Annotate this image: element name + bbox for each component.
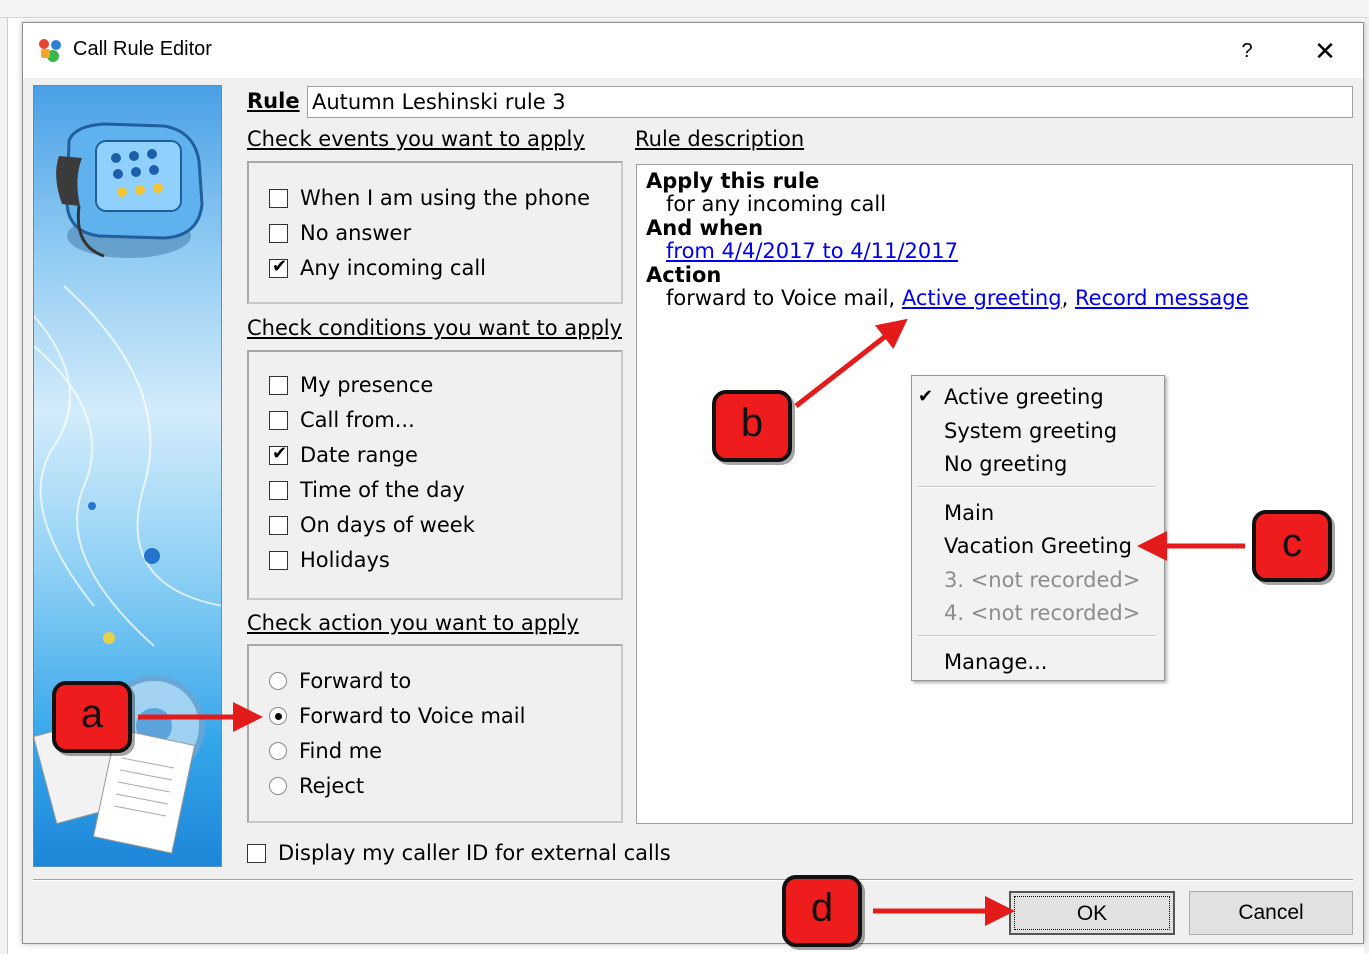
conditions-item-date-range[interactable]: ✔ Date range <box>269 440 418 470</box>
action-line: forward to Voice mail, Active greeting, … <box>666 286 1249 310</box>
menu-item-4-not-recorded: 4. <not recorded> <box>944 601 1141 625</box>
action-comma: , <box>1061 286 1069 310</box>
action-radio[interactable] <box>269 742 287 760</box>
action-radio[interactable] <box>269 707 287 725</box>
events-item-label: When I am using the phone <box>300 186 591 210</box>
conditions-item-label: Time of the day <box>300 478 465 502</box>
menu-separator <box>918 486 1156 488</box>
action-option-label: Find me <box>299 739 383 763</box>
background-window-right-edge <box>1364 18 1369 954</box>
events-checkbox[interactable] <box>269 188 288 208</box>
callout-a: a <box>52 681 132 753</box>
action-option-label: Forward to Voice mail <box>299 704 526 728</box>
conditions-item-label: Holidays <box>300 548 390 572</box>
menu-item-3-not-recorded: 3. <not recorded> <box>944 568 1141 592</box>
greeting-context-menu: Active greeting ✔ System greeting No greeti… <box>911 375 1165 681</box>
radio-selected-dot <box>275 713 282 720</box>
apply-rule-text: for any incoming call <box>666 192 887 216</box>
conditions-item-holidays[interactable]: Holidays <box>269 545 390 575</box>
events-item-when-i-am-using-the-phone[interactable]: When I am using the phone <box>269 183 590 213</box>
menu-item-main[interactable]: Main <box>944 498 994 528</box>
phone-icon <box>56 122 204 258</box>
menu-separator <box>918 635 1156 637</box>
action-text: forward to Voice mail, <box>666 286 896 310</box>
apply-rule-heading: Apply this rule <box>646 169 820 193</box>
background-window-left-edge <box>0 18 8 954</box>
caller-id-label: Display my caller ID for external calls <box>278 841 671 865</box>
app-icon <box>39 39 61 62</box>
action-option-label: Forward to <box>299 669 412 693</box>
menu-item-no-greeting[interactable]: No greeting <box>944 449 1067 479</box>
menu-item-system-greeting[interactable]: System greeting <box>944 416 1117 446</box>
action-option-forward-to-voice-mail[interactable]: Forward to Voice mail <box>269 701 525 731</box>
events-checkbox[interactable]: ✔ <box>269 255 288 278</box>
action-radio[interactable] <box>269 672 287 690</box>
background-window-strip <box>0 0 1369 18</box>
close-button[interactable]: ✕ <box>1295 31 1355 71</box>
events-item-any-incoming-call[interactable]: ✔ Any incoming call <box>269 253 486 283</box>
actions-heading: Check action you want to apply <box>247 611 579 635</box>
rule-label: Rule <box>247 89 300 113</box>
callout-d: d <box>782 875 862 947</box>
conditions-group: My presence Call from... ✔ Date range Time o… <box>247 350 623 600</box>
conditions-checkbox[interactable] <box>269 515 288 535</box>
and-when-heading: And when <box>646 216 764 240</box>
footer-separator <box>33 879 1353 881</box>
conditions-checkbox[interactable] <box>269 375 288 395</box>
checkmark-icon: ✔ <box>272 442 288 464</box>
action-option-reject[interactable]: Reject <box>269 771 364 801</box>
dialog-title: Call Rule Editor <box>73 38 212 60</box>
actions-group: Forward to Forward to Voice mail Find me Re… <box>247 644 623 823</box>
call-rule-editor-dialog: Call Rule Editor ? ✕ Rule Autumn Leshins… <box>22 22 1364 944</box>
help-button[interactable]: ? <box>1219 31 1275 71</box>
menu-item-active-greeting[interactable]: Active greeting <box>944 382 1104 412</box>
events-item-label: No answer <box>300 221 412 245</box>
menu-item-manage[interactable]: Manage... <box>944 647 1047 677</box>
events-item-no-answer[interactable]: No answer <box>269 218 411 248</box>
conditions-checkbox[interactable] <box>269 550 288 570</box>
action-option-forward-to[interactable]: Forward to <box>269 666 411 696</box>
rule-name-input[interactable] <box>307 86 1353 118</box>
conditions-item-label: On days of week <box>300 513 475 537</box>
events-checkbox[interactable] <box>269 223 288 243</box>
events-heading: Check events you want to apply <box>247 127 585 151</box>
conditions-item-label: Call from... <box>300 408 415 432</box>
conditions-heading: Check conditions you want to apply <box>247 316 623 340</box>
action-radio[interactable] <box>269 777 287 795</box>
callout-b: b <box>712 390 792 462</box>
conditions-item-my-presence[interactable]: My presence <box>269 370 433 400</box>
conditions-checkbox[interactable]: ✔ <box>269 442 288 465</box>
menu-check-icon: ✔ <box>918 386 934 407</box>
action-heading: Action <box>646 263 722 287</box>
date-range-link[interactable]: from 4/4/2017 to 4/11/2017 <box>666 239 958 263</box>
conditions-checkbox[interactable] <box>269 480 288 500</box>
conditions-item-time-of-the-day[interactable]: Time of the day <box>269 475 465 505</box>
action-option-label: Reject <box>299 774 365 798</box>
conditions-item-call-from[interactable]: Call from... <box>269 405 415 435</box>
title-bar: Call Rule Editor ? ✕ <box>23 23 1363 78</box>
action-option-find-me[interactable]: Find me <box>269 736 382 766</box>
active-greeting-link[interactable]: Active greeting <box>902 286 1062 310</box>
events-item-label: Any incoming call <box>300 256 487 280</box>
callout-c: c <box>1252 510 1332 582</box>
caller-id-checkbox-row[interactable]: Display my caller ID for external calls <box>247 838 671 868</box>
menu-item-vacation-greeting[interactable]: Vacation Greeting <box>944 531 1132 561</box>
conditions-checkbox[interactable] <box>269 410 288 430</box>
cancel-button[interactable]: Cancel <box>1189 891 1353 935</box>
ok-button[interactable]: OK <box>1009 891 1175 935</box>
description-heading: Rule description <box>635 127 805 151</box>
events-group: When I am using the phone No answer ✔ Any i… <box>247 161 623 304</box>
conditions-item-on-days-of-week[interactable]: On days of week <box>269 510 475 540</box>
conditions-item-label: Date range <box>300 443 418 467</box>
record-message-link[interactable]: Record message <box>1075 286 1249 310</box>
conditions-item-label: My presence <box>300 373 434 397</box>
checkmark-icon: ✔ <box>272 255 288 277</box>
caller-id-checkbox[interactable] <box>247 843 266 863</box>
